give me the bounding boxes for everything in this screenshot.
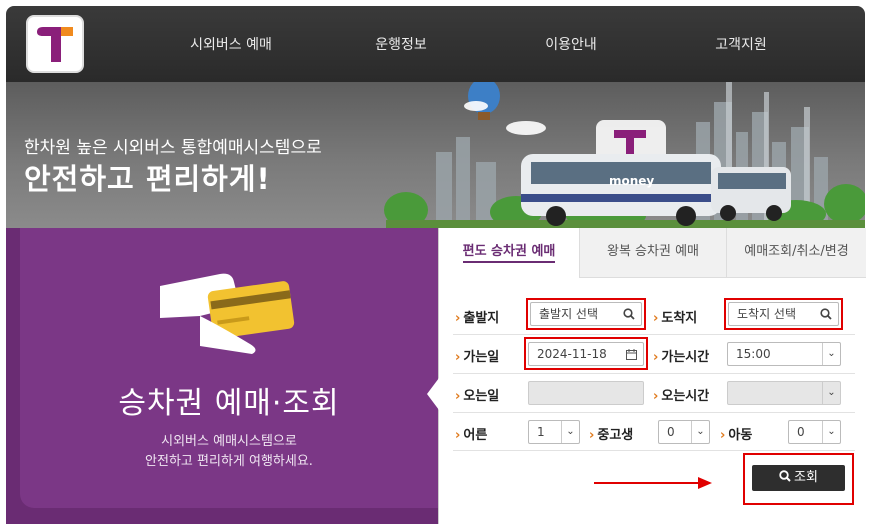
go-time-label: › 가는시간 [653, 346, 709, 365]
promo-title: 승차권 예매·조회 [118, 386, 340, 421]
go-date-label-text: 가는일 [463, 350, 500, 365]
chevron-right-icon: › [589, 428, 595, 443]
row-divider [453, 373, 855, 374]
arrival-highlight [724, 298, 843, 330]
go-time-select[interactable]: 15:00 ⌄ [727, 342, 841, 366]
chevron-down-icon: ⌄ [822, 421, 840, 443]
return-time-label-text: 오는시간 [661, 389, 710, 404]
chevron-down-icon: ⌄ [822, 343, 840, 365]
chevron-down-icon: ⌄ [561, 421, 579, 443]
teen-label-text: 중고생 [597, 428, 634, 443]
chevron-right-icon: › [455, 311, 461, 326]
arrival-label-text: 도착지 [661, 311, 698, 326]
child-label-text: 아동 [728, 428, 753, 443]
search-highlight [743, 453, 854, 505]
promo-panel-inner: 승차권 예매·조회 시외버스 예매시스템으로 안전하고 편리하게 여행하세요. [20, 228, 438, 508]
row-divider [453, 450, 855, 451]
return-date-input[interactable] [528, 381, 644, 405]
departure-label-text: 출발지 [463, 311, 500, 326]
chevron-right-icon: › [653, 311, 659, 326]
teen-count-value: 0 [667, 425, 675, 439]
top-navigation-bar: 시외버스 예매 운행정보 이용안내 고객지원 [6, 6, 865, 82]
departure-label: › 출발지 [455, 307, 499, 326]
panel-notch [427, 378, 439, 410]
chevron-right-icon: › [653, 350, 659, 365]
tmoney-logo[interactable] [26, 15, 84, 73]
child-count-value: 0 [797, 425, 805, 439]
adult-label-text: 어른 [463, 428, 488, 443]
go-date-label: › 가는일 [455, 346, 499, 365]
main-nav: 시외버스 예매 운행정보 이용안내 고객지원 [146, 6, 826, 82]
row-divider [453, 334, 855, 335]
nav-item-guide[interactable]: 이용안내 [486, 34, 656, 54]
child-count-select[interactable]: 0 ⌄ [788, 420, 841, 444]
promo-desc-line1: 시외버스 예매시스템으로 [161, 434, 297, 449]
hero-subtitle: 한차원 높은 시외버스 통합예매시스템으로 [24, 138, 322, 158]
booking-form-panel: 편도 승차권 예매 왕복 승차권 예매 예매조회/취소/변경 › 출발지 출발지 … [427, 228, 866, 524]
nav-item-schedule[interactable]: 운행정보 [316, 34, 486, 54]
tab-round-trip[interactable]: 왕복 승차권 예매 [579, 228, 726, 278]
teen-count-select[interactable]: 0 ⌄ [658, 420, 710, 444]
chevron-down-icon: ⌄ [822, 382, 840, 404]
chevron-right-icon: › [720, 428, 726, 443]
annotation-arrow-icon [594, 477, 712, 489]
chevron-right-icon: › [455, 428, 461, 443]
child-label: › 아동 [720, 424, 752, 443]
row-divider [453, 412, 855, 413]
nav-item-booking[interactable]: 시외버스 예매 [146, 34, 316, 54]
tab-lookup-cancel-label: 예매조회/취소/변경 [744, 244, 849, 259]
chevron-down-icon: ⌄ [691, 421, 709, 443]
tab-one-way[interactable]: 편도 승차권 예매 [439, 228, 579, 278]
tab-lookup-cancel[interactable]: 예매조회/취소/변경 [726, 228, 866, 278]
chevron-right-icon: › [455, 350, 461, 365]
promo-panel: 승차권 예매·조회 시외버스 예매시스템으로 안전하고 편리하게 여행하세요. [6, 228, 438, 524]
tmoney-logo-icon [37, 27, 73, 62]
arrival-label: › 도착지 [653, 307, 697, 326]
bus-brand-text: money [609, 174, 655, 188]
hero-title: 안전하고 편리하게! [24, 162, 271, 196]
page-root: 시외버스 예매 운행정보 이용안내 고객지원 한차원 높은 시외버스 통합예매시… [0, 0, 873, 530]
teen-label: › 중고생 [589, 424, 633, 443]
go-time-label-text: 가는시간 [661, 350, 710, 365]
chevron-right-icon: › [455, 389, 461, 404]
adult-count-select[interactable]: 1 ⌄ [528, 420, 580, 444]
return-date-label: › 오는일 [455, 385, 499, 404]
go-date-highlight [524, 337, 648, 370]
departure-highlight [526, 298, 646, 330]
adult-label: › 어른 [455, 424, 487, 443]
return-time-label: › 오는시간 [653, 385, 709, 404]
go-time-value: 15:00 [736, 347, 771, 361]
return-time-select[interactable]: ⌄ [727, 381, 841, 405]
tab-one-way-label: 편도 승차권 예매 [462, 244, 556, 263]
booking-tabs: 편도 승차권 예매 왕복 승차권 예매 예매조회/취소/변경 [439, 228, 866, 278]
hero-banner: 한차원 높은 시외버스 통합예매시스템으로 안전하고 편리하게! money [6, 82, 865, 232]
promo-desc-line2: 안전하고 편리하게 여행하세요. [145, 454, 313, 469]
return-date-label-text: 오는일 [463, 389, 500, 404]
adult-count-value: 1 [537, 425, 545, 439]
hand-ticket-icon [160, 273, 295, 354]
chevron-right-icon: › [653, 389, 659, 404]
nav-item-support[interactable]: 고객지원 [656, 34, 826, 54]
tab-round-trip-label: 왕복 승차권 예매 [607, 244, 699, 259]
